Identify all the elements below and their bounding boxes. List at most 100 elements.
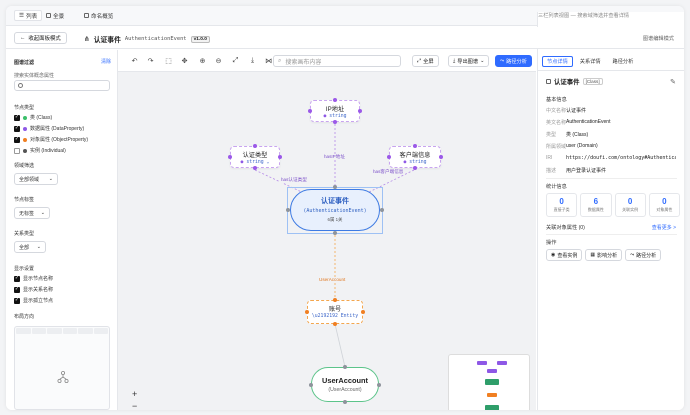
search-icon	[18, 83, 23, 88]
grid-icon	[46, 13, 51, 18]
operations-title: 操作	[546, 240, 557, 246]
stat-object-properties: 0 对象属性	[648, 193, 680, 217]
port-dot	[439, 155, 443, 159]
node-auth-type[interactable]: 认证类型 ● string ⌄	[230, 146, 280, 168]
detail-title: 认证事件 [Class]	[546, 77, 603, 86]
minimap[interactable]	[448, 354, 530, 410]
field-en-name: 英文名称 AuthenticationEvent	[546, 119, 611, 126]
node-type-object-property[interactable]: ✓ 对象属性 (ObjectProperty)	[14, 136, 88, 143]
individual-dot-icon	[23, 148, 27, 153]
zoom-out-button[interactable]: −	[132, 400, 137, 410]
port-dot	[361, 310, 365, 314]
node-account[interactable]: 账号 \u2192192 Entity	[307, 300, 363, 324]
checkbox-checked-icon: ✓	[14, 286, 20, 293]
detail-tabs: 节点详情 关系详情 路径分析	[542, 56, 638, 67]
node-ip-address[interactable]: IP地址 ● string	[310, 100, 360, 122]
type-tag: [Class]	[582, 78, 603, 85]
option-show-relation-names[interactable]: ✓ 显示关系名称	[14, 286, 53, 293]
tab-node-details[interactable]: 节点详情	[542, 56, 573, 67]
port-dot	[333, 231, 337, 235]
field-description: 描述 用户登录认证事件	[546, 168, 607, 174]
node-type-title: 节点类型	[14, 105, 35, 111]
port-dot	[308, 109, 312, 113]
node-type-class[interactable]: ✓ 类 (Class)	[14, 114, 52, 121]
domain-select[interactable]: 全部领域 ⌄	[14, 173, 58, 185]
clear-filters-link[interactable]: 清除	[101, 58, 111, 65]
stat-data-properties: 6 数据属性	[580, 193, 612, 217]
page-header: ← 收起面板模式 ⋔ 认证事件 AuthenticationEvent v1.0…	[6, 27, 684, 49]
view-instances-button[interactable]: ◉ 查看实例	[546, 249, 583, 261]
port-dot	[343, 400, 347, 404]
relations-title: 关联对象属性 (0)	[546, 225, 585, 231]
layout-direction-title: 布局方向	[14, 314, 35, 320]
option-show-isolated-nodes[interactable]: ✓ 显示孤立节点	[14, 297, 53, 304]
port-dot	[309, 383, 313, 387]
relation-select[interactable]: 全部 ⌄	[14, 241, 46, 253]
chart-icon: ▦	[590, 252, 596, 258]
collapse-panel-button[interactable]: ← 收起面板模式	[14, 32, 67, 44]
arrow-left-icon: ←	[20, 35, 26, 41]
layout-direction-selector[interactable]	[14, 326, 110, 410]
impact-analysis-button[interactable]: ▦ 影响分析	[585, 249, 623, 261]
minimap-node	[487, 393, 497, 397]
class-dot-icon	[23, 115, 27, 120]
edit-mode-link[interactable]: 图谱编辑模式	[643, 35, 674, 42]
eye-icon: ◉	[551, 252, 556, 258]
port-dot	[333, 120, 337, 124]
edit-icon[interactable]: ✎	[670, 78, 676, 86]
node-client-info[interactable]: 客户端信息 ● string	[389, 146, 441, 168]
layout-options-strip	[15, 327, 109, 335]
node-authentication-event[interactable]: 认证事件 (AuthenticationEvent) 6属 1关	[290, 189, 380, 231]
port-dot	[333, 185, 337, 189]
display-settings-title: 显示设置	[14, 266, 35, 272]
edge-label-account: UserAccount	[318, 277, 347, 282]
tab-panorama[interactable]: 全景	[42, 10, 68, 21]
divider	[546, 178, 677, 179]
field-type: 类型 类 (Class)	[546, 132, 589, 138]
option-show-node-names[interactable]: ✓ 显示节点名称	[14, 275, 53, 282]
app-window: ☰ 列表 全景 命名概览 三栏列表视图 — 搜索域筛选并查看详情 ← 收起面板模…	[6, 6, 684, 410]
port-dot	[333, 322, 337, 326]
node-type-data-property[interactable]: ✓ 数据属性 (DataProperty)	[14, 125, 84, 132]
filter-search-input[interactable]	[14, 80, 110, 91]
tab-naming-overview[interactable]: 命名概览	[80, 10, 117, 21]
tab-list[interactable]: ☰ 列表	[14, 10, 43, 21]
port-dot	[413, 166, 417, 170]
checkbox-checked-icon: ✓	[14, 114, 20, 121]
checkbox-checked-icon: ✓	[14, 125, 20, 132]
chevron-down-icon: ⌄	[40, 210, 45, 216]
edge-label-client: has客户端信息	[372, 169, 405, 175]
search-label: 搜索实体概念属性	[14, 73, 55, 79]
data-property-dot-icon	[23, 126, 27, 131]
tab-relation-details[interactable]: 关系详情	[575, 56, 606, 67]
port-dot	[286, 208, 290, 212]
node-type-individual[interactable]: 实例 (Individual)	[14, 147, 66, 154]
label-select[interactable]: 无标签 ⌄	[14, 207, 50, 219]
field-cn-name: 中文名称 认证事件	[546, 108, 587, 114]
class-icon	[546, 79, 551, 84]
port-dot	[380, 208, 384, 212]
port-dot	[377, 383, 381, 387]
port-dot	[305, 310, 309, 314]
minimap-node	[487, 369, 497, 373]
tab-path-analysis[interactable]: 路径分析	[608, 56, 639, 67]
port-dot	[333, 298, 337, 302]
port-dot	[278, 155, 282, 159]
chevron-down-icon: ⌄	[48, 176, 53, 182]
edge-label-auth-type: has认证类型	[280, 177, 308, 183]
node-user-account[interactable]: UserAccount (UserAccount)	[311, 367, 379, 402]
path-analysis-op-button[interactable]: ⤳ 路径分析	[625, 249, 662, 261]
graph-canvas[interactable]: ↶ ↷ ⬚ ✥ ⊕ ⊖ ⤢ ⤓ ⋈ ⌕ 搜索画布内容 ⤢ 全屏 ⤓ 导出图谱 ⌄	[118, 50, 536, 410]
detail-panel: 节点详情 关系详情 路径分析 认证事件 [Class] ✎ 基本信息 中文名称 …	[537, 50, 684, 410]
zoom-controls: + −	[132, 388, 137, 410]
operations-bar: ◉ 查看实例 ▦ 影响分析 ⤳ 路径分析	[546, 249, 662, 261]
stats-title: 统计信息	[546, 184, 567, 190]
filter-panel: 图谱过滤 清除 搜索实体概念属性 节点类型 ✓ 类 (Class) ✓ 数据属性…	[6, 50, 118, 410]
stat-instances: 0 关联实例	[614, 193, 646, 217]
zoom-in-button[interactable]: +	[132, 388, 137, 400]
checkbox-unchecked-icon	[14, 147, 20, 154]
view-more-link[interactable]: 查看更多 >	[652, 224, 676, 231]
port-dot	[333, 98, 337, 102]
port-dot	[343, 365, 347, 369]
tree-layout-icon	[57, 371, 69, 383]
